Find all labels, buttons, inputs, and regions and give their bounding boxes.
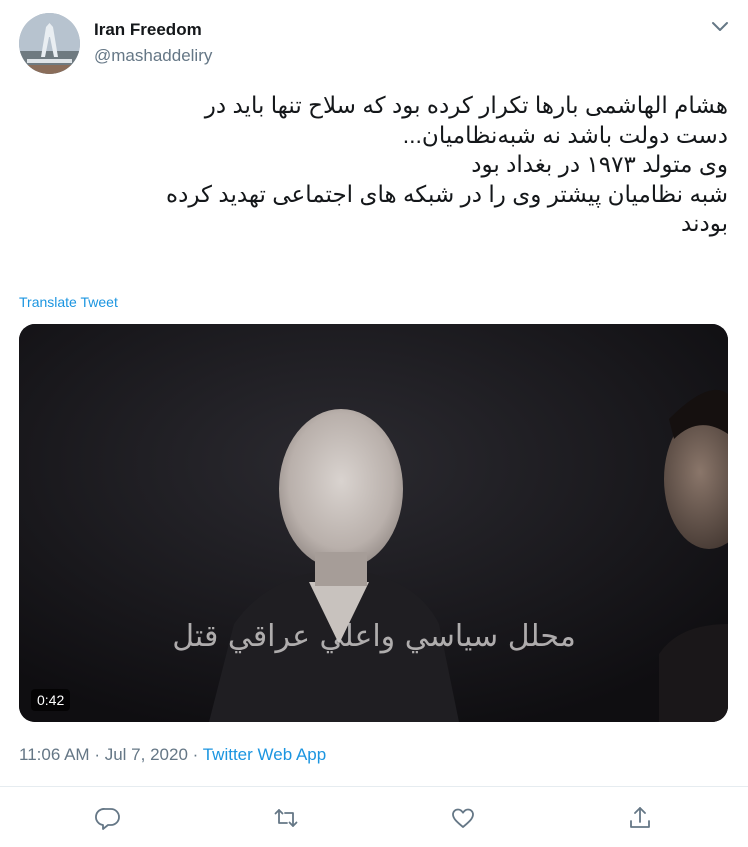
share-icon[interactable] bbox=[626, 804, 654, 832]
tweet-text: هشام الهاشمی بارها تکرار کرده بود که سلا… bbox=[19, 91, 728, 239]
divider bbox=[0, 786, 748, 787]
video-caption-overlay: محلل سياسي واعلي عراقي قتل bbox=[172, 619, 576, 654]
video-duration-badge: 0:42 bbox=[31, 689, 71, 711]
chevron-down-icon[interactable] bbox=[710, 20, 730, 34]
tweet-date[interactable]: Jul 7, 2020 bbox=[105, 745, 188, 764]
video-thumbnail: محلل سياسي واعلي عراقي قتل bbox=[19, 324, 728, 722]
meta-separator: · bbox=[192, 745, 199, 764]
display-name[interactable]: Iran Freedom bbox=[94, 20, 202, 40]
reply-icon[interactable] bbox=[94, 804, 122, 832]
avatar-image bbox=[19, 13, 80, 74]
translate-tweet-link[interactable]: Translate Tweet bbox=[19, 294, 118, 310]
user-handle[interactable]: @mashaddeliry bbox=[94, 46, 212, 66]
tweet-line: هشام الهاشمی بارها تکرار کرده بود که سلا… bbox=[204, 92, 728, 118]
tweet-meta: 11:06 AM · Jul 7, 2020 · Twitter Web App bbox=[19, 745, 326, 765]
avatar[interactable] bbox=[19, 13, 80, 74]
tweet-line: وی متولد ۱۹۷۳ در بغداد بود bbox=[471, 151, 728, 177]
tweet-line: بودند bbox=[681, 210, 728, 236]
tweet-line: شبه نظامیان پیشتر وی را در شبکه های اجتم… bbox=[166, 180, 728, 207]
video-player[interactable]: محلل سياسي واعلي عراقي قتل 0:42 bbox=[19, 324, 728, 722]
tweet-time[interactable]: 11:06 AM bbox=[19, 745, 90, 764]
tweet-source-link[interactable]: Twitter Web App bbox=[203, 745, 326, 764]
retweet-icon[interactable] bbox=[272, 804, 300, 832]
like-icon[interactable] bbox=[449, 804, 477, 832]
meta-separator: · bbox=[94, 745, 100, 764]
tweet-line: دست دولت باشد نه شبه‌نظامیان... bbox=[402, 121, 728, 148]
